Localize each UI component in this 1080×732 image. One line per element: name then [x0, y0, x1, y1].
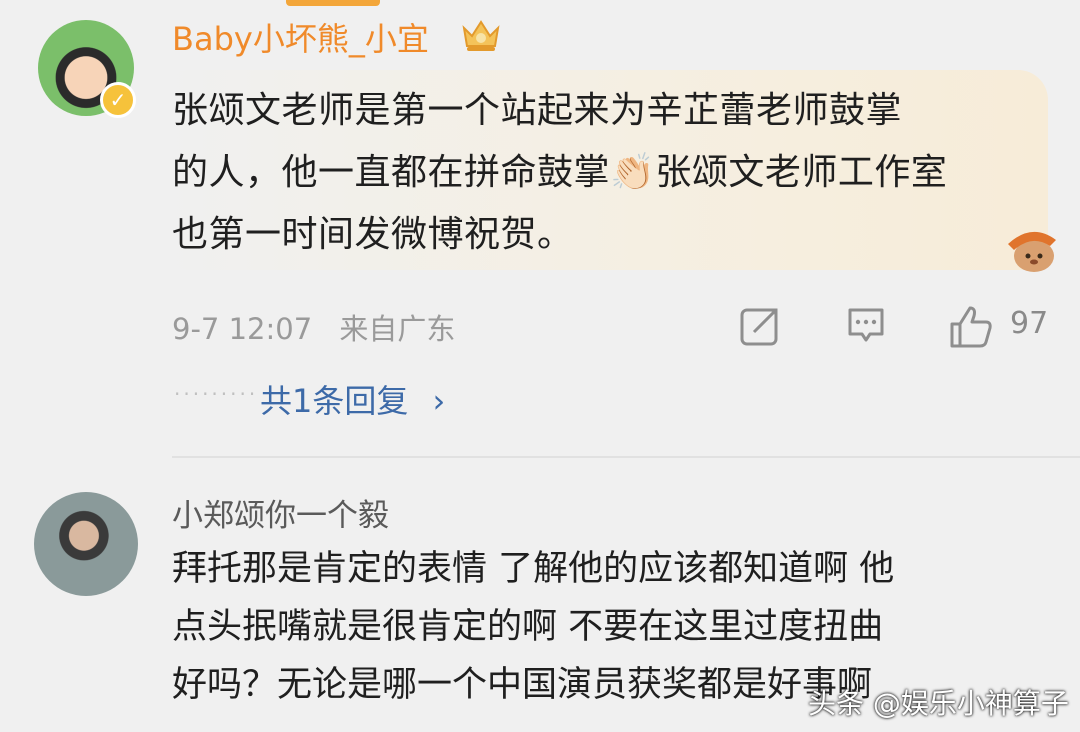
- comment-icon[interactable]: [846, 304, 886, 348]
- top-indicator: [286, 0, 380, 6]
- location: 来自广东: [339, 312, 456, 346]
- like-icon[interactable]: [946, 302, 994, 350]
- replies-label: 共1条回复: [260, 382, 409, 420]
- timestamp: 9-7 12:07: [172, 312, 313, 346]
- comment-text: 张颂文老师是第一个站起来为辛芷蕾老师鼓掌 的人，他一直都在拼命鼓掌👏🏻张颂文老师…: [172, 90, 948, 255]
- comment-username[interactable]: 小郑颂你一个毅: [172, 490, 389, 535]
- crown-badge-icon: [462, 20, 500, 51]
- comment-username[interactable]: Baby小坏熊_小宜: [172, 14, 429, 60]
- divider: [172, 456, 1080, 458]
- avatar[interactable]: [34, 492, 138, 596]
- watermark: 头条 @娱乐小神算子: [808, 687, 1069, 720]
- share-icon[interactable]: [738, 304, 782, 348]
- view-replies-link[interactable]: 共1条回复 ›: [260, 376, 445, 422]
- verified-icon: ✓: [100, 82, 136, 118]
- like-count: 97: [1010, 306, 1049, 341]
- comment-meta: 9-7 12:07 来自广东: [172, 306, 455, 348]
- chevron-right-icon: ›: [432, 382, 446, 420]
- reply-dots: ·········: [174, 382, 259, 406]
